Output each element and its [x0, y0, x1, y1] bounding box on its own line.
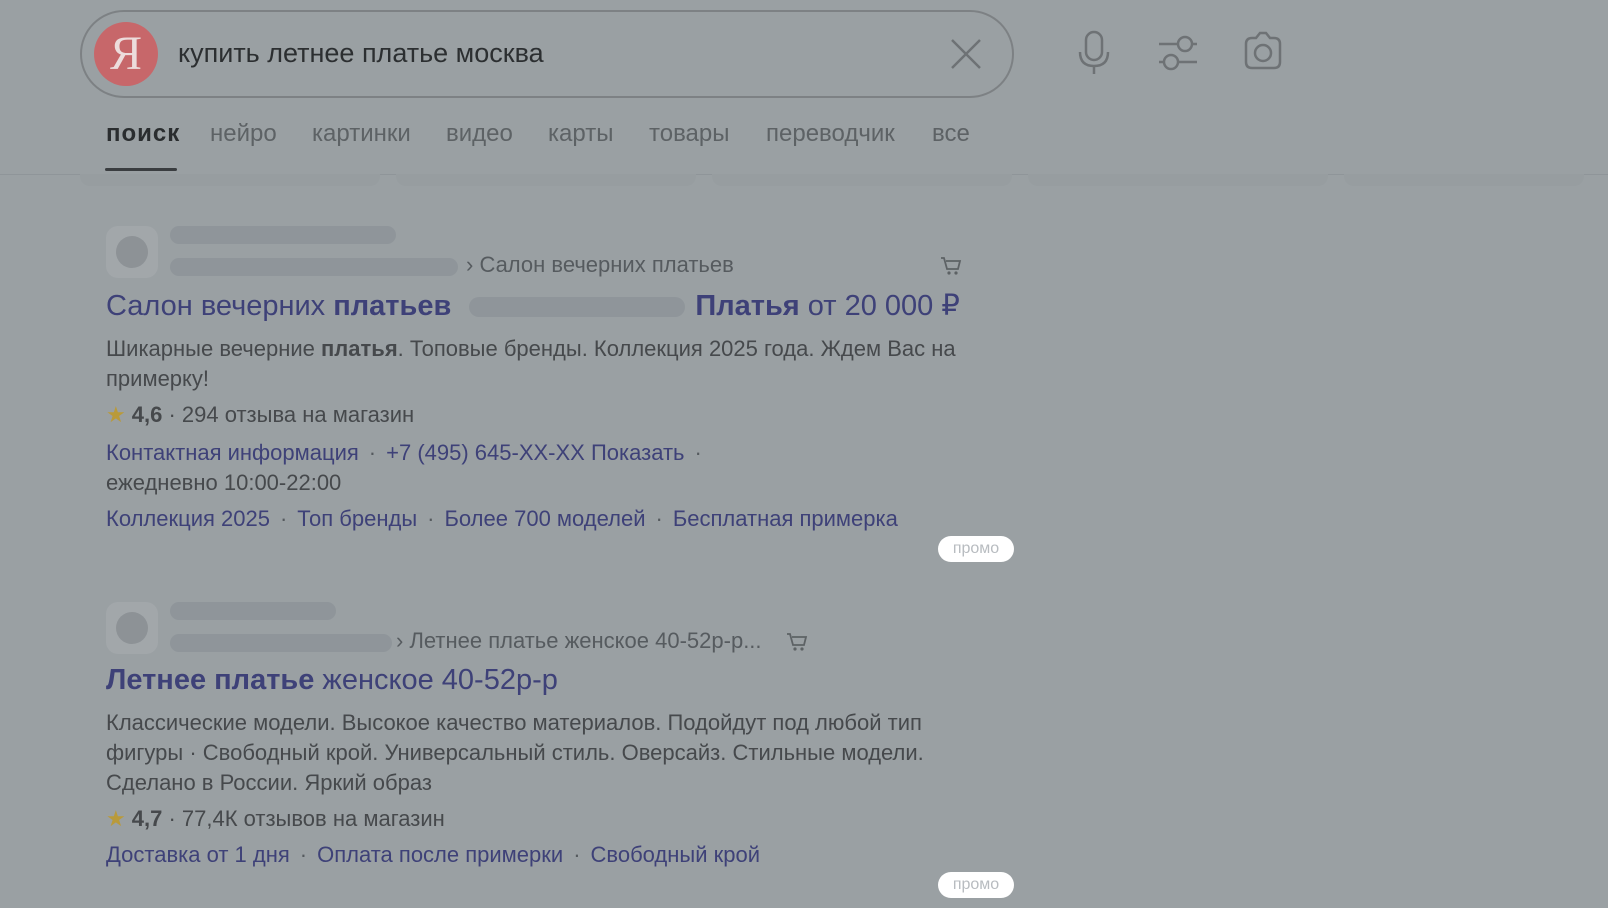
star-icon: ★	[106, 402, 126, 427]
result-title[interactable]: Салон вечерних платьев Платья от 20 000 …	[106, 288, 960, 323]
cart-icon	[941, 257, 962, 275]
filters-icon[interactable]	[1155, 28, 1201, 78]
site-name-placeholder	[170, 602, 336, 620]
star-icon: ★	[106, 806, 126, 831]
breadcrumb[interactable]: › Салон вечерних платьев	[466, 252, 734, 278]
search-box[interactable]: Я купить летнее платье москва	[80, 10, 1014, 98]
result-description: Шикарные вечерние платья. Топовые бренды…	[106, 336, 956, 391]
sitelink[interactable]: Свободный крой	[591, 842, 761, 867]
tab-neuro[interactable]: нейро	[210, 120, 277, 148]
sitelink[interactable]: Коллекция 2025	[106, 506, 270, 531]
promo-badge: промо	[938, 872, 1014, 898]
tab-goods[interactable]: товары	[649, 120, 730, 148]
tab-images[interactable]: картинки	[312, 120, 411, 148]
tab-translator[interactable]: переводчик	[766, 120, 895, 148]
tab-all[interactable]: все	[932, 120, 970, 148]
shop-rating[interactable]: ★ 4,6 · 294 отзыва на магазин	[106, 402, 414, 428]
phone-link[interactable]: +7 (495) 645-ХХ-ХХ Показать	[386, 440, 684, 465]
sitelink[interactable]: Доставка от 1 дня	[106, 842, 290, 867]
sitelink[interactable]: Оплата после примерки	[317, 842, 563, 867]
yandex-logo[interactable]: Я	[94, 22, 158, 86]
domain-placeholder	[469, 297, 686, 318]
sitelink[interactable]: Бесплатная примерка	[673, 506, 898, 531]
tab-maps[interactable]: карты	[548, 120, 613, 148]
tab-search[interactable]: поиск	[106, 120, 180, 148]
search-result: › Летнее платье женское 40-52р-р... Летн…	[106, 600, 1018, 900]
contact-info-link[interactable]: Контактная информация	[106, 440, 359, 465]
close-icon[interactable]	[948, 36, 984, 72]
sitelink[interactable]: Топ бренды	[297, 506, 417, 531]
site-url-placeholder	[170, 258, 458, 276]
sitelinks: Доставка от 1 дня · Оплата после примерки ·…	[106, 842, 761, 867]
breadcrumb[interactable]: › Летнее платье женское 40-52р-р...	[396, 628, 762, 654]
shop-rating[interactable]: ★ 4,7 · 77,4К отзывов на магазин	[106, 806, 445, 832]
carousel-card-edge	[396, 174, 696, 186]
search-header: Я купить летнее платье москва поиск нейр…	[0, 0, 1608, 175]
result-description: Классические модели. Высокое качество ма…	[106, 710, 924, 795]
search-result: › Салон вечерних платьев Салон вечерних …	[106, 224, 1018, 564]
site-favicon[interactable]	[106, 602, 158, 654]
carousel-card-edge	[80, 174, 380, 186]
carousel-card-edge	[1344, 174, 1584, 186]
carousel-card-edge	[1028, 174, 1328, 186]
sitelink[interactable]: Более 700 моделей	[444, 506, 645, 531]
sitelinks: Коллекция 2025 · Топ бренды · Более 700 моде…	[106, 506, 898, 531]
search-input[interactable]: купить летнее платье москва	[178, 38, 544, 69]
carousel-card-edge	[712, 174, 1012, 186]
working-hours: ежедневно 10:00-22:00	[106, 470, 342, 495]
tab-video[interactable]: видео	[446, 120, 513, 148]
site-favicon[interactable]	[106, 226, 158, 278]
site-url-placeholder	[170, 634, 392, 652]
microphone-icon[interactable]	[1071, 28, 1117, 78]
contact-links: Контактная информация · +7 (495) 645-ХХ-ХХ…	[106, 440, 702, 465]
promo-badge: промо	[938, 536, 1014, 562]
result-title[interactable]: Летнее платье женское 40-52р-р	[106, 664, 558, 697]
site-name-placeholder	[170, 226, 396, 244]
camera-icon[interactable]	[1240, 28, 1286, 78]
active-tab-indicator	[105, 168, 177, 171]
cart-icon	[787, 633, 808, 651]
